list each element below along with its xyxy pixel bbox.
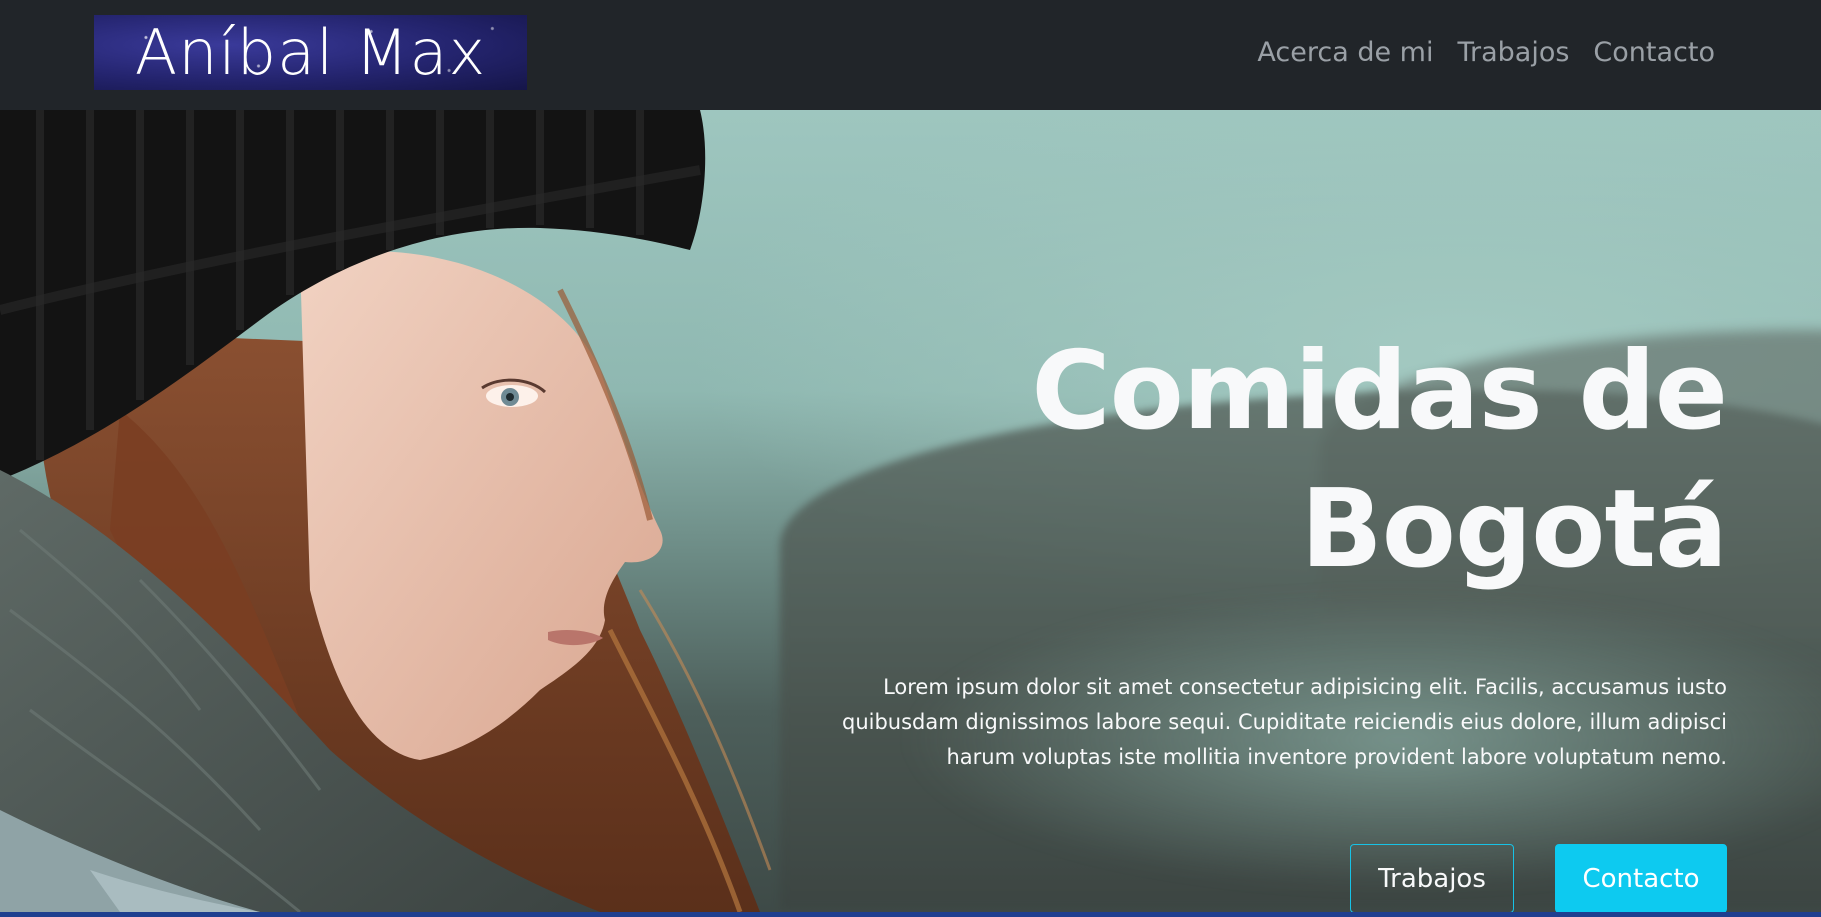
- nav-link-acerca[interactable]: Acerca de mi: [1257, 37, 1433, 68]
- brand-logo[interactable]: Aníbal Max: [94, 15, 527, 90]
- hero-title-line2: Bogotá: [1300, 467, 1728, 592]
- navbar: Aníbal Max Acerca de mi Trabajos Contact…: [0, 0, 1821, 110]
- hero-section: Comidas de Bogotá Lorem ipsum dolor sit …: [0, 110, 1821, 912]
- hero-background-photo: [0, 110, 800, 912]
- hero-buttons: Trabajos Contacto: [1350, 844, 1727, 912]
- logo-text: Aníbal Max: [134, 16, 487, 89]
- hero-title: Comidas de Bogotá: [827, 220, 1728, 599]
- nav-link-trabajos[interactable]: Trabajos: [1457, 37, 1569, 68]
- contacto-button[interactable]: Contacto: [1555, 844, 1727, 912]
- hero-title-line1: Comidas de: [1031, 329, 1728, 454]
- hero-description: Lorem ipsum dolor sit amet consectetur a…: [842, 675, 1727, 769]
- hero-content: Comidas de Bogotá Lorem ipsum dolor sit …: [827, 220, 1728, 912]
- bottom-border: [0, 912, 1821, 917]
- trabajos-button[interactable]: Trabajos: [1350, 844, 1514, 912]
- nav-links: Acerca de mi Trabajos Contacto: [1257, 0, 1715, 104]
- nav-link-contacto[interactable]: Contacto: [1593, 37, 1715, 68]
